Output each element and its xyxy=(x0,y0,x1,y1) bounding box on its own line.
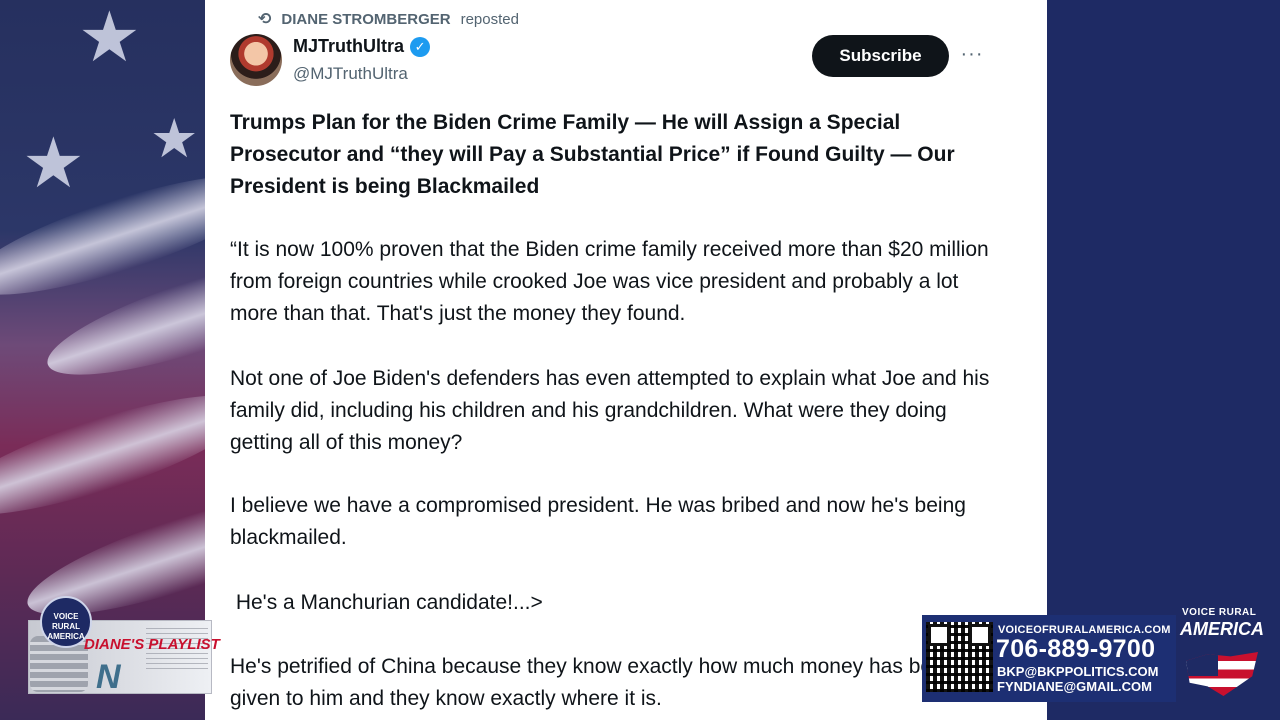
flag-stripe xyxy=(0,372,205,538)
playlist-title: DIANE'S PLAYLIST xyxy=(84,636,220,653)
repost-icon: ⟲ xyxy=(258,11,272,28)
subscribe-button[interactable]: Subscribe xyxy=(812,35,949,77)
contact-email: FYNDIANE@GMAIL.COM xyxy=(997,679,1152,694)
more-options-icon[interactable]: ··· xyxy=(958,43,986,69)
qr-code-icon xyxy=(926,622,993,692)
author-name-row[interactable]: MJTruthUltra ✓ xyxy=(293,36,431,57)
contact-bar: VOICEOFRURALAMERICA.COM 706-889-9700 BKP… xyxy=(922,615,1176,702)
post-paragraph: Not one of Joe Biden's defenders has eve… xyxy=(230,367,990,454)
star-icon: ★ xyxy=(78,0,141,76)
verified-badge-icon: ✓ xyxy=(410,36,431,57)
post-headline: Trumps Plan for the Biden Crime Family —… xyxy=(230,111,955,198)
contact-email: BKP@BKPPOLITICS.COM xyxy=(997,664,1159,679)
star-icon: ★ xyxy=(22,124,85,202)
author-handle[interactable]: @MJTruthUltra xyxy=(293,64,408,84)
voice-rural-america-logo: VOICE RURAL AMERICA xyxy=(1180,607,1266,703)
author-name[interactable]: MJTruthUltra xyxy=(293,36,404,57)
post-paragraph: I believe we have a compromised presiden… xyxy=(230,494,966,549)
avatar[interactable] xyxy=(230,34,282,86)
us-flag-map-icon xyxy=(1186,652,1258,696)
playlist-logo: VOICE RURAL AMERICA DIANE'S PLAYLIST N xyxy=(28,596,220,696)
logo-line2: AMERICA xyxy=(1180,619,1264,639)
post-paragraph: He's a Manchurian candidate!...> xyxy=(230,591,543,614)
post-paragraph: “It is now 100% proven that the Biden cr… xyxy=(230,238,989,325)
logo-line1: VOICE RURAL xyxy=(1182,607,1257,618)
post-paragraph: He's petrified of China because they kno… xyxy=(230,655,956,710)
contact-phone: 706-889-9700 xyxy=(996,635,1156,663)
repost-suffix: reposted xyxy=(460,10,519,28)
star-icon: ★ xyxy=(150,109,199,169)
repost-indicator: ⟲ DIANE STROMBERGER reposted xyxy=(258,9,519,29)
playlist-mark: N xyxy=(96,658,121,696)
repost-user[interactable]: DIANE STROMBERGER xyxy=(281,11,450,28)
